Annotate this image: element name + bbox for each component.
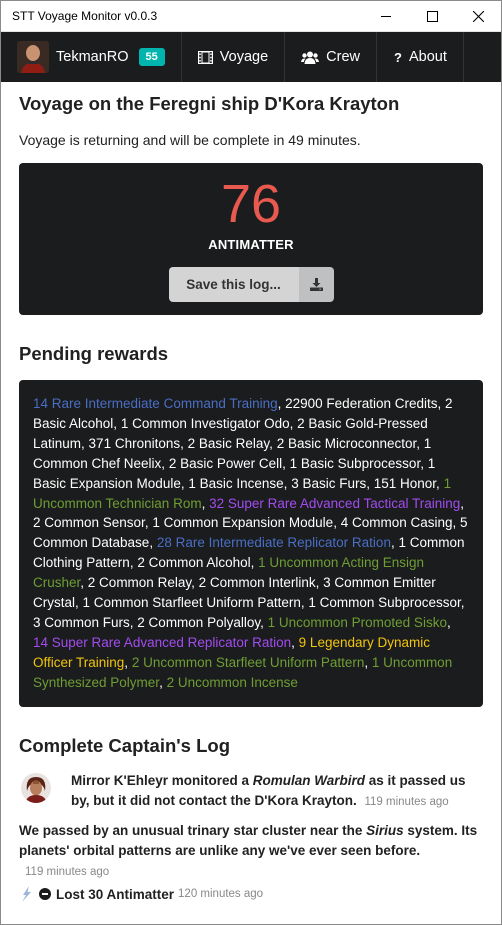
log-system-name: Sirius <box>366 823 404 838</box>
reward-item: 2 Basic Power Cell <box>168 455 283 471</box>
log-timestamp: 120 minutes ago <box>178 888 264 900</box>
reward-item: 1 Basic Incense <box>188 475 284 491</box>
antimatter-icon <box>19 886 33 902</box>
reward-item: 4 Common Casing <box>340 515 453 531</box>
log-text-part: Mirror K'Ehleyr monitored a <box>71 773 253 788</box>
question-icon: ? <box>394 49 402 65</box>
antimatter-value: 76 <box>220 174 282 234</box>
log-text-part: We passed by an unusual trinary star clu… <box>19 823 367 838</box>
reward-item: 371 Chronitons <box>88 435 181 451</box>
reward-item: 28 Rare Intermediate Replicator Ration <box>156 535 391 551</box>
log-ship-name: Romulan Warbird <box>252 773 366 788</box>
menu-voyage-label: Voyage <box>219 49 269 65</box>
reward-item: 32 Super Rare Advanced Tactical Training <box>209 495 461 511</box>
pending-rewards-heading: Pending rewards <box>19 343 169 364</box>
log-entry-partial <box>19 914 483 920</box>
reward-item: 2 Uncommon Starfleet Uniform Pattern <box>131 654 365 670</box>
reward-item: 2 Common Polyalloy <box>137 614 261 630</box>
captains-log-heading: Complete Captain's Log <box>19 735 230 756</box>
menu-about[interactable]: ? About <box>377 32 464 82</box>
log-timestamp: 119 minutes ago <box>25 866 110 878</box>
voyage-title: Voyage on the Feregni ship D'Kora Krayto… <box>19 93 400 114</box>
antimatter-panel: 76 ANTIMATTER Save this log... <box>19 163 483 315</box>
menu-crew[interactable]: Crew <box>285 32 378 82</box>
antimatter-label: ANTIMATTER <box>208 237 294 252</box>
menu-user[interactable]: TekmanRO 55 <box>1 32 182 82</box>
reward-item: 2 Basic Relay <box>187 435 270 451</box>
log-entry-text: Mirror K'Ehleyr monitored a Romulan Warb… <box>71 771 483 812</box>
maximize-button[interactable] <box>409 1 455 32</box>
rewards-list: 14 Rare Intermediate Command Training, 2… <box>19 380 483 707</box>
reward-item: 14 Rare Intermediate Command Training <box>33 396 278 411</box>
save-log-button[interactable]: Save this log... <box>168 267 334 302</box>
log-entry: Lost 30 Antimatter 120 minutes ago <box>19 886 483 902</box>
reward-item: 3 Common Furs <box>33 614 130 630</box>
close-icon <box>472 10 484 22</box>
reward-item: 1 Uncommon Promoted Sisko <box>267 614 447 630</box>
user-level-badge: 55 <box>138 48 165 66</box>
maximize-icon <box>426 10 438 22</box>
reward-item: 22900 Federation Credits <box>285 396 438 411</box>
minimize-icon <box>381 16 391 17</box>
minus-circle-icon <box>39 888 51 900</box>
log-entry: Mirror K'Ehleyr monitored a Romulan Warb… <box>19 771 483 812</box>
menu-crew-label: Crew <box>326 49 361 65</box>
close-button[interactable] <box>455 1 501 32</box>
save-log-label: Save this log... <box>168 267 299 302</box>
reward-item: 1 Basic Subprocessor <box>289 455 421 471</box>
crew-avatar <box>21 773 51 803</box>
menu-voyage[interactable]: Voyage <box>182 32 286 82</box>
log-antimatter-text: Lost 30 Antimatter <box>56 886 175 902</box>
reward-item: 2 Common Interlink <box>198 575 316 591</box>
app-window: STT Voyage Monitor v0.0.3 TekmanRO 55 Vo… <box>0 0 502 925</box>
reward-item: 1 Common Subprocessor <box>308 595 461 611</box>
main-content: Voyage on the Feregni ship D'Kora Krayto… <box>1 82 501 920</box>
window-title: STT Voyage Monitor v0.0.3 <box>12 9 158 23</box>
reward-item: 3 Basic Furs <box>291 475 367 491</box>
reward-item: 2 Common Relay <box>87 575 192 591</box>
minimize-button[interactable] <box>363 1 409 32</box>
top-menu: TekmanRO 55 Voyage Crew ? About <box>1 32 501 82</box>
title-bar: STT Voyage Monitor v0.0.3 <box>1 1 501 32</box>
reward-item: 1 Common Expansion Module <box>152 515 334 531</box>
reward-item: 14 Super Rare Advanced Replicator Ration <box>33 634 292 650</box>
reward-item: 1 Common Starfleet Uniform Pattern <box>82 595 301 611</box>
log-timestamp: 119 minutes ago <box>364 796 449 808</box>
menu-about-label: About <box>408 49 447 65</box>
log-entry: We passed by an unusual trinary star clu… <box>19 821 483 882</box>
reward-item: 151 Honor <box>373 475 437 491</box>
reward-item: 1 Common Investigator Odo <box>120 415 290 431</box>
reward-item: 2 Basic Microconnector <box>276 435 417 451</box>
download-icon <box>298 267 334 302</box>
reward-item: 2 Uncommon Incense <box>166 674 298 690</box>
user-avatar <box>17 41 49 73</box>
user-name: TekmanRO <box>56 49 129 65</box>
voyage-status: Voyage is returning and will be complete… <box>19 132 361 148</box>
reward-item: 2 Common Alcohol <box>137 555 251 571</box>
users-icon <box>301 51 320 64</box>
film-icon <box>197 50 213 64</box>
reward-item: 2 Common Sensor <box>33 515 145 531</box>
